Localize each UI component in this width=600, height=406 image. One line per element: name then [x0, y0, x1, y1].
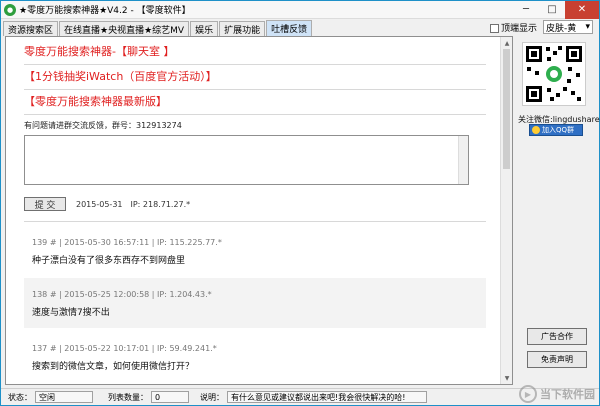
- divider: [24, 89, 486, 90]
- tab-extensions[interactable]: 扩展功能: [219, 21, 266, 36]
- window-title: ★零度万能搜索神器★V4.2 - 【零度软件】: [19, 6, 191, 16]
- list-item: 137 # | 2015-05-22 10:17:01 | IP: 59.49.…: [24, 334, 486, 378]
- tab-live-stream[interactable]: 在线直播★央视直播★综艺MV: [59, 21, 190, 36]
- list-count-value: 0: [151, 391, 189, 403]
- skin-select-value: 皮肤-黄: [546, 23, 577, 34]
- chatroom-link[interactable]: 零度万能搜索神器-【聊天室 】: [24, 45, 486, 59]
- divider: [24, 221, 486, 222]
- post-meta: 138 # | 2015-05-25 12:00:58 | IP: 1.204.…: [32, 290, 212, 299]
- scroll-down-icon[interactable]: ▼: [501, 372, 512, 384]
- textarea-scrollbar[interactable]: [458, 136, 468, 184]
- content-scrollbar[interactable]: ▲ ▼: [500, 37, 512, 384]
- submit-button[interactable]: 提 交: [24, 197, 66, 211]
- divider: [24, 114, 486, 115]
- qr-code-icon: [526, 46, 582, 102]
- watermark-logo-icon: ▶: [519, 385, 537, 403]
- post-meta: 139 # | 2015-05-30 16:57:11 | IP: 115.22…: [32, 238, 222, 247]
- feedback-content: 零度万能搜索神器-【聊天室 】 【1分钱抽奖iWatch（百度官方活动）】 【零…: [6, 37, 500, 384]
- close-icon[interactable]: ✕: [565, 0, 599, 19]
- pin-top-option[interactable]: 顶端显示: [489, 21, 537, 34]
- chevron-down-icon: ▾: [585, 22, 590, 32]
- submit-ip: IP: 218.71.27.*: [130, 199, 191, 209]
- description-label: 说明：: [200, 392, 224, 402]
- pin-top-label: 顶端显示: [500, 23, 537, 34]
- latest-version-link[interactable]: 【零度万能搜索神器最新版】: [24, 95, 486, 109]
- post-text: 搜索到的微信文章，如何使用微信打开？: [32, 362, 195, 372]
- right-sidebar: 关注微信:lingdushare 加入QQ群 广告合作 免责声明: [516, 36, 600, 385]
- submit-date: 2015-05-31: [76, 199, 123, 209]
- divider: [24, 64, 486, 65]
- scroll-up-icon[interactable]: ▲: [501, 37, 512, 49]
- qq-icon: [532, 126, 540, 134]
- post-list: 139 # | 2015-05-30 16:57:11 | IP: 115.22…: [24, 228, 486, 378]
- post-text: 速度与激情7搜不出: [32, 308, 110, 318]
- tab-feedback[interactable]: 吐槽反馈: [266, 20, 313, 36]
- minimize-icon[interactable]: ─: [513, 1, 539, 19]
- join-qq-group-button[interactable]: 加入QQ群: [529, 124, 583, 136]
- tab-entertainment[interactable]: 娱乐: [190, 21, 219, 36]
- ad-cooperation-button[interactable]: 广告合作: [527, 328, 587, 345]
- description-value: 有什么意见或建议都说出来吧!我会很快解决的哈!: [227, 391, 427, 403]
- post-text: 种子漂白没有了很多东西存不到网盘里: [32, 256, 186, 266]
- title-bar: ● ★零度万能搜索神器★V4.2 - 【零度软件】 ─ □ ✕: [1, 0, 599, 19]
- scroll-thumb[interactable]: [503, 49, 510, 169]
- list-item: 139 # | 2015-05-30 16:57:11 | IP: 115.22…: [24, 228, 486, 272]
- status-value: 空闲: [35, 391, 93, 403]
- pin-top-checkbox[interactable]: [489, 23, 499, 33]
- top-options: 顶端显示 皮肤-黄 ▾: [489, 20, 593, 34]
- watermark: ▶ 当下软件园: [519, 385, 595, 403]
- submit-row: 提 交 2015-05-31 IP: 218.71.27.*: [24, 197, 486, 211]
- disclaimer-button[interactable]: 免责声明: [527, 351, 587, 368]
- list-item: 138 # | 2015-05-25 12:00:58 | IP: 1.204.…: [24, 278, 486, 328]
- post-meta: 137 # | 2015-05-22 10:17:01 | IP: 59.49.…: [32, 344, 217, 353]
- status-label: 状态：: [8, 392, 32, 402]
- watermark-text: 当下软件园: [540, 388, 595, 401]
- qq-group-text: 有问题请进群交流反馈，群号：312913274: [24, 121, 182, 130]
- status-bar: 状态： 空闲 列表数量： 0 说明： 有什么意见或建议都说出来吧!我会很快解决的…: [1, 388, 599, 405]
- skin-select[interactable]: 皮肤-黄 ▾: [543, 20, 593, 34]
- qq-button-label: 加入QQ群: [542, 126, 575, 134]
- feedback-panel: 零度万能搜索神器-【聊天室 】 【1分钱抽奖iWatch（百度官方活动）】 【零…: [5, 36, 513, 385]
- window-controls: ─ □ ✕: [513, 0, 599, 19]
- feedback-textarea[interactable]: [24, 135, 469, 185]
- list-count-label: 列表数量：: [108, 392, 148, 402]
- lottery-link[interactable]: 【1分钱抽奖iWatch（百度官方活动）】: [24, 70, 486, 84]
- maximize-icon[interactable]: □: [539, 1, 565, 19]
- tab-resource-search[interactable]: 资源搜索区: [3, 21, 59, 36]
- app-logo-icon: ●: [4, 3, 16, 16]
- app-window: ● ★零度万能搜索神器★V4.2 - 【零度软件】 ─ □ ✕ 资源搜索区 在线…: [0, 0, 600, 406]
- qr-code: [522, 42, 586, 106]
